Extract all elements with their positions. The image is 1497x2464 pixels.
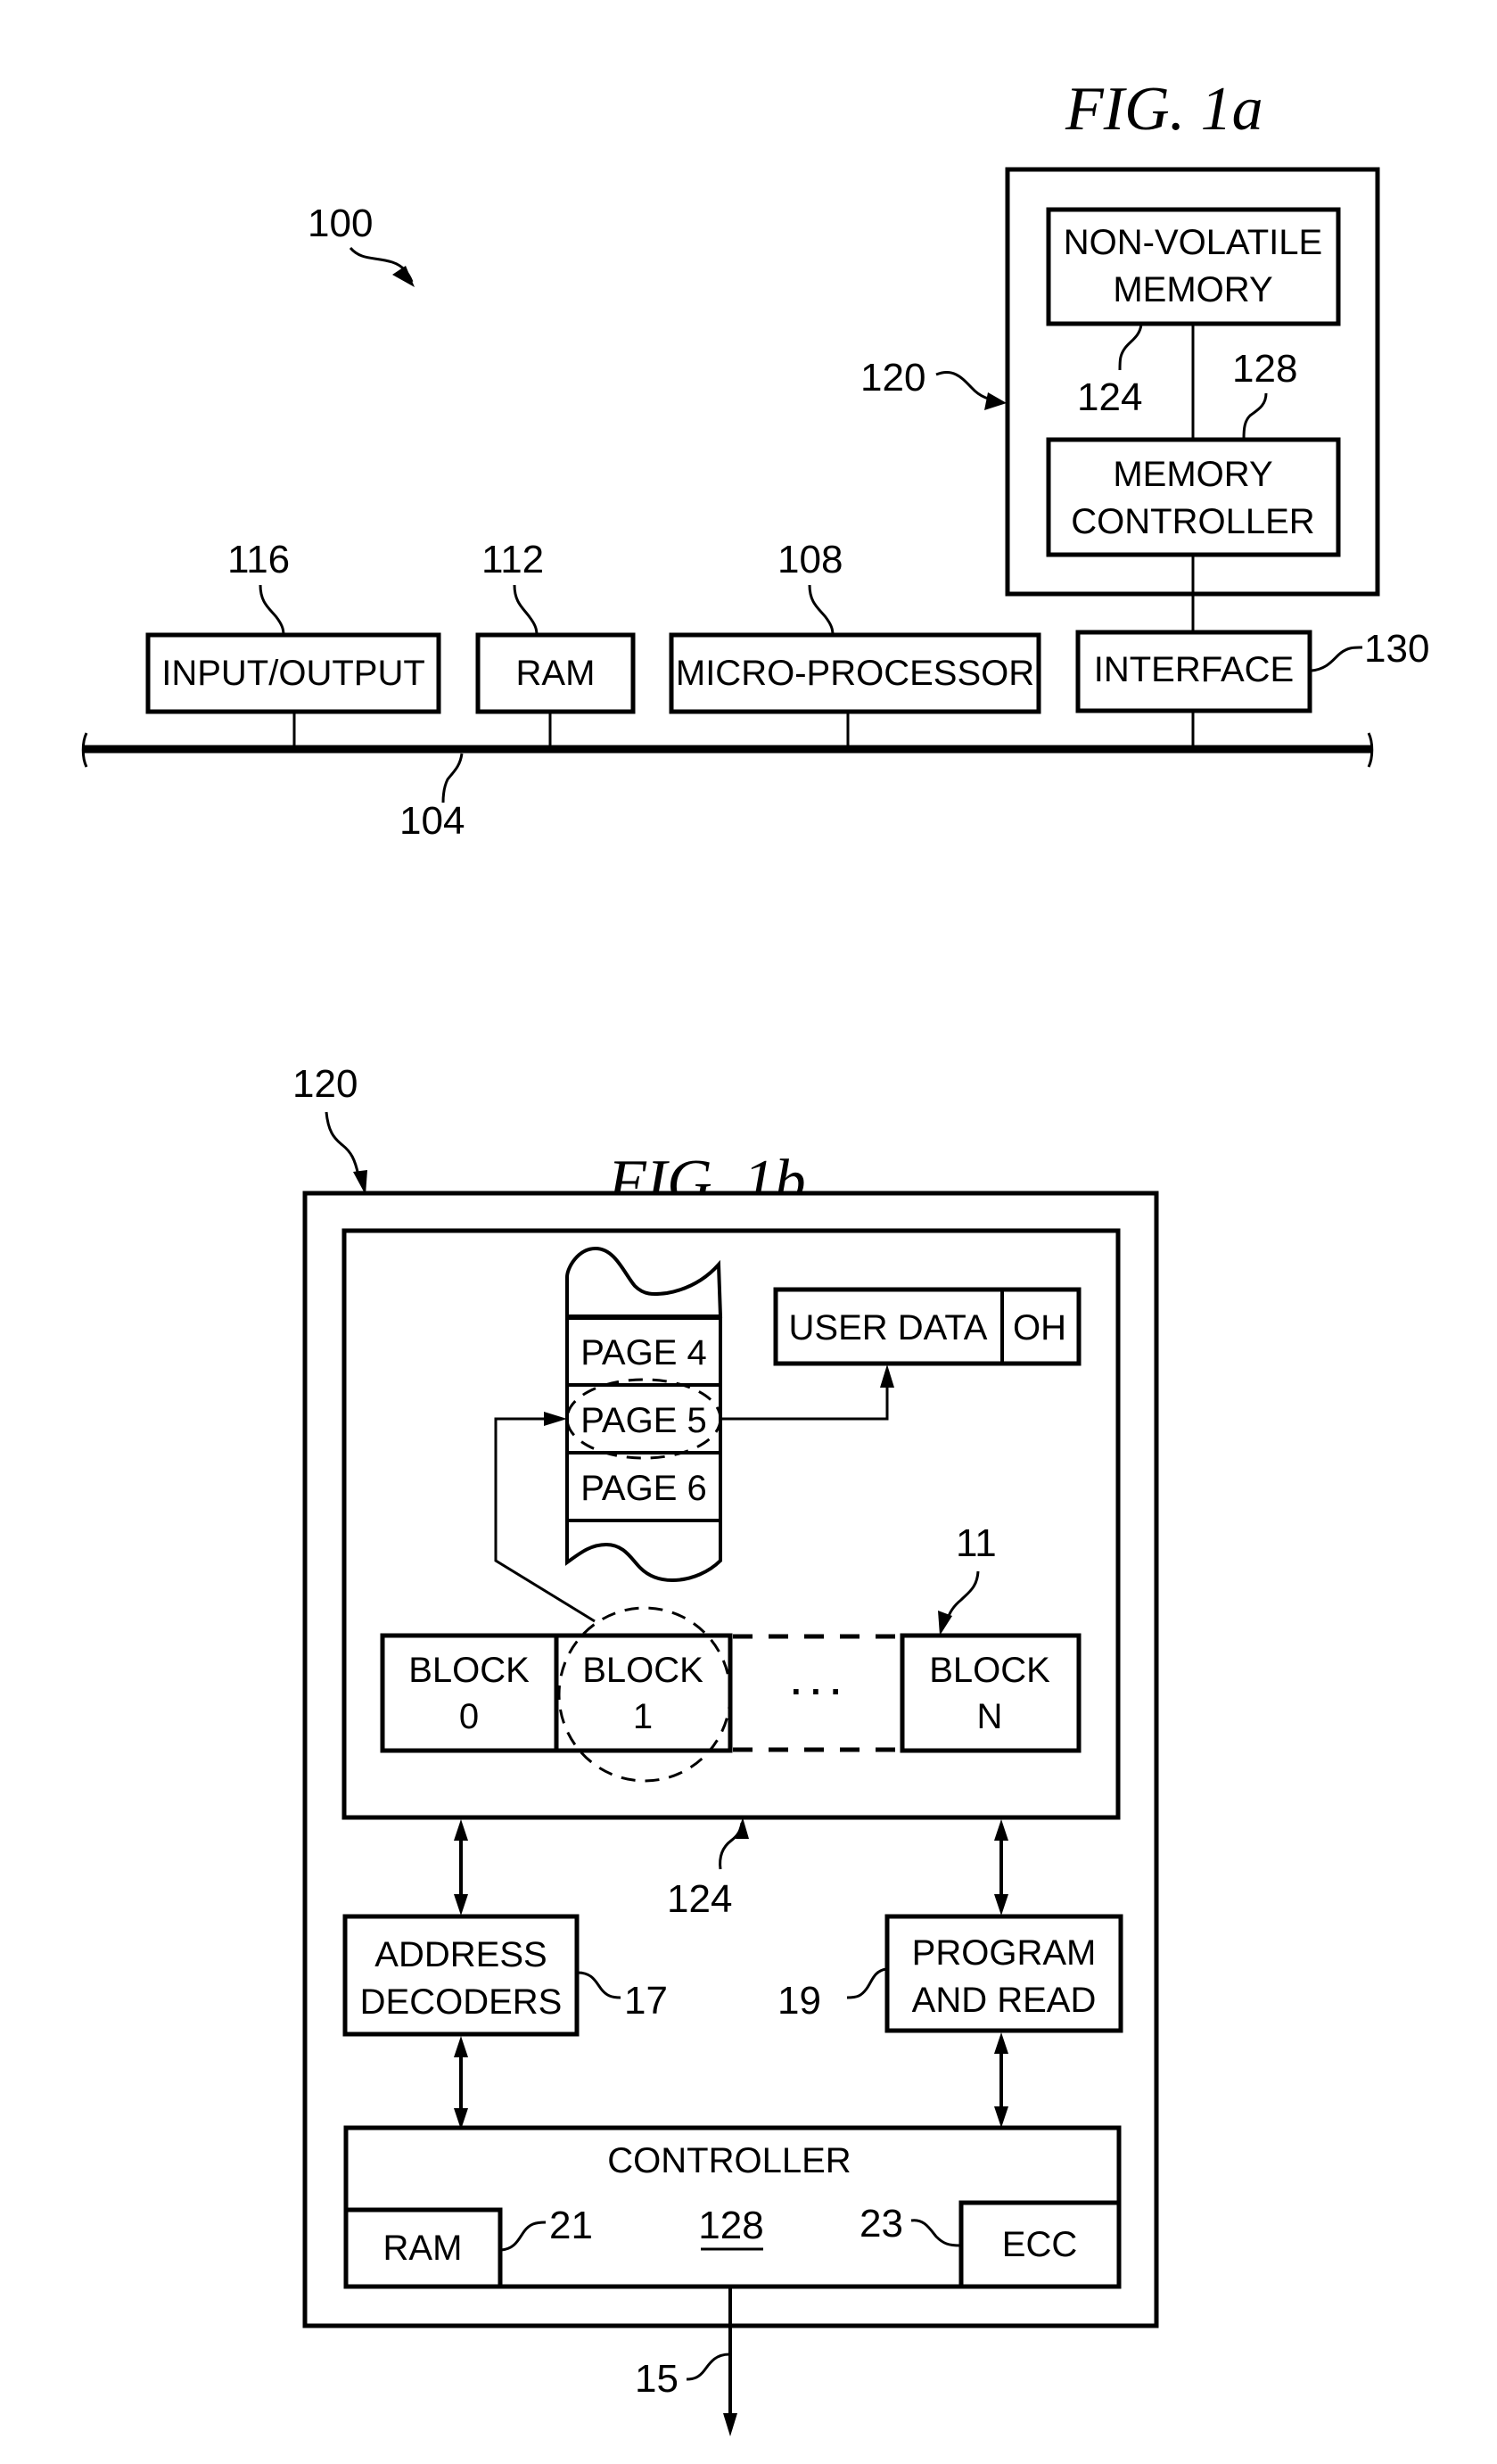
program-read-ref-label: 19 bbox=[777, 1979, 821, 2023]
bus-ref-leader bbox=[441, 753, 464, 803]
ram-ref-label: 112 bbox=[481, 538, 544, 581]
memory-system-ref-label: 120 bbox=[860, 356, 925, 400]
microprocessor-component: 108 MICRO-PROCESSOR bbox=[669, 538, 1041, 747]
controller-ram-label: RAM bbox=[383, 2229, 463, 2268]
interface-ref-leader bbox=[1311, 646, 1363, 672]
nonvolatile-memory-line2: MEMORY bbox=[1113, 270, 1272, 309]
block-ref-label: 11 bbox=[956, 1521, 997, 1565]
ram-label: RAM bbox=[516, 654, 596, 693]
page-6-label: PAGE 6 bbox=[580, 1469, 707, 1508]
memory-system-ref-leader-1b bbox=[325, 1111, 360, 1176]
arrowhead-icon bbox=[392, 266, 415, 287]
arrowhead-icon bbox=[984, 392, 1007, 410]
io-label: INPUT/OUTPUT bbox=[161, 654, 425, 693]
io-ref-label: 116 bbox=[227, 538, 290, 581]
io-component: 116 INPUT/OUTPUT bbox=[145, 538, 441, 747]
interface-label: INTERFACE bbox=[1094, 650, 1294, 689]
microprocessor-ref-label: 108 bbox=[777, 538, 843, 581]
patent-drawing: FIG. 1a 100 120 NON-VOLATILE MEMORY 124 … bbox=[81, 75, 1429, 2436]
block-0-line1: BLOCK bbox=[408, 1651, 530, 1690]
output-ref-label: 15 bbox=[635, 2357, 679, 2401]
address-decoders-line1: ADDRESS bbox=[374, 1935, 547, 1974]
io-ref-leader bbox=[259, 584, 285, 636]
interface-ref-label: 130 bbox=[1364, 627, 1429, 671]
program-read-line2: AND READ bbox=[912, 1981, 1097, 2020]
ecc-ref-label: 23 bbox=[860, 2202, 903, 2246]
arrowhead-icon bbox=[723, 2413, 737, 2436]
microprocessor-ref-leader bbox=[808, 584, 835, 636]
memory-controller-ref-label: 128 bbox=[1232, 347, 1297, 391]
block-n-line1: BLOCK bbox=[929, 1651, 1050, 1690]
memory-controller-line2: CONTROLLER bbox=[1071, 502, 1314, 541]
memory-system-ref-label-1b: 120 bbox=[292, 1062, 358, 1106]
ecc-label: ECC bbox=[1002, 2225, 1077, 2264]
page-4-label: PAGE 4 bbox=[580, 1333, 707, 1372]
block-n-line2: N bbox=[977, 1697, 1003, 1736]
block-1-line1: BLOCK bbox=[582, 1651, 703, 1690]
microprocessor-label: MICRO-PROCESSOR bbox=[676, 654, 1034, 693]
user-data-label: USER DATA bbox=[789, 1308, 988, 1347]
fig-1b: FIG. 1b 120 PAGE 4 PAGE 5 PAGE 6 USER DA… bbox=[292, 1062, 1159, 2436]
controller-ram-ref-label: 21 bbox=[549, 2204, 593, 2247]
system-ref-label: 100 bbox=[308, 202, 373, 245]
fig-1a: FIG. 1a 100 120 NON-VOLATILE MEMORY 124 … bbox=[81, 75, 1429, 843]
ram-component: 112 RAM bbox=[475, 538, 636, 747]
interface-component: INTERFACE 130 bbox=[1075, 627, 1429, 747]
ram-ref-leader bbox=[513, 584, 539, 636]
address-decoders-ref-label: 17 bbox=[624, 1979, 668, 2023]
controller-ref-label: 128 bbox=[698, 2204, 763, 2247]
block-1-line2: 1 bbox=[633, 1697, 653, 1736]
address-decoders-line2: DECODERS bbox=[360, 1982, 563, 2022]
memory-array-ref-label: 124 bbox=[667, 1877, 732, 1921]
more-blocks-ellipsis: . . . bbox=[791, 1663, 841, 1702]
page-5-label: PAGE 5 bbox=[580, 1401, 707, 1440]
memory-controller-line1: MEMORY bbox=[1113, 455, 1272, 494]
block-0-line2: 0 bbox=[459, 1697, 479, 1736]
controller-label: CONTROLLER bbox=[607, 2141, 851, 2180]
nonvolatile-memory-line1: NON-VOLATILE bbox=[1064, 223, 1322, 262]
overhead-label: OH bbox=[1013, 1308, 1066, 1347]
nonvolatile-memory-ref-label: 124 bbox=[1077, 375, 1142, 419]
fig-1a-title: FIG. 1a bbox=[1065, 75, 1263, 144]
program-read-line1: PROGRAM bbox=[912, 1933, 1097, 1973]
bus-ref-label: 104 bbox=[399, 799, 465, 843]
output-ref-leader bbox=[686, 2353, 730, 2381]
